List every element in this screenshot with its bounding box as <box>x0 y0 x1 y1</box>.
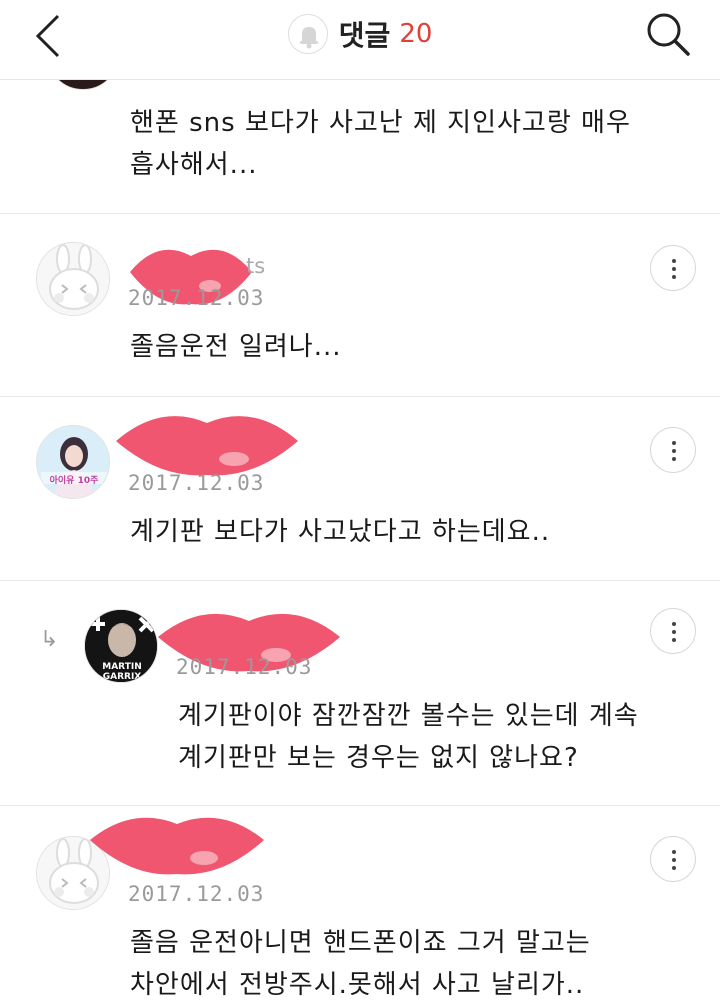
more-options-button[interactable] <box>650 608 696 654</box>
comment-text-line: 계기판이야 잠깐잠깐 볼수는 있는데 계속 <box>178 701 639 731</box>
avatar-caption: MARTIN GARRIX <box>85 662 157 682</box>
more-dots-icon <box>672 267 676 271</box>
more-dots-icon <box>672 630 676 634</box>
comment-text-line: 계기판만 보는 경우는 없지 않나요? <box>178 743 579 773</box>
comment-item: 아이유 10주 2017.12.03 계기판 보다가 사고났다고 하는데요.. <box>0 397 720 581</box>
more-dots-icon <box>672 850 676 854</box>
comment-count: 20 <box>399 19 433 49</box>
avatar[interactable]: 아이유 10주 <box>36 425 110 499</box>
top-bar: 댓글 20 <box>0 0 720 80</box>
more-dots-icon <box>672 638 676 642</box>
more-dots-icon <box>672 275 676 279</box>
portrait-avatar-icon <box>37 426 109 498</box>
avatar[interactable]: MARTIN GARRIX <box>84 609 158 683</box>
comment-date: 2017.12.03 <box>128 471 265 495</box>
username-partial: ts <box>246 254 266 278</box>
comment-item: 2017.12.03 졸음 운전아니면 핸드폰이죠 그거 말고는 차안에서 전방… <box>0 806 720 1008</box>
comment-text-line: 흡사해서... <box>130 150 258 180</box>
avatar-caption-line: MARTIN <box>102 662 142 672</box>
avatar-caption: 아이유 10주 <box>49 476 99 486</box>
more-dots-icon <box>672 866 676 870</box>
comment-item: ts 2017.12.03 졸음운전 일려나... <box>0 214 720 397</box>
comment-text-line: 핸폰 sns 보다가 사고난 제 지인사고랑 매우 <box>130 108 631 138</box>
search-button[interactable] <box>642 10 694 60</box>
comment-text: 졸음 운전아니면 핸드폰이죠 그거 말고는 차안에서 전방주시.못해서 사고 날… <box>130 922 591 1006</box>
more-dots-icon <box>672 259 676 263</box>
more-options-button[interactable] <box>650 836 696 882</box>
comment-text-line: 졸음 운전아니면 핸드폰이죠 그거 말고는 <box>130 928 591 958</box>
bell-icon <box>299 27 318 49</box>
comment-text: 계기판이야 잠깐잠깐 볼수는 있는데 계속 계기판만 보는 경우는 없지 않나요… <box>178 695 639 779</box>
reply-item: ↳ MARTIN GARRIX 2017.12.03 계기판이야 잠깐잠깐 볼수… <box>0 581 720 806</box>
comment-date: 2017.12.03 <box>128 286 265 310</box>
comment-date: 2017.12.03 <box>128 882 265 906</box>
comment-text: 핸폰 sns 보다가 사고난 제 지인사고랑 매우 흡사해서... <box>130 102 631 186</box>
more-dots-icon <box>672 457 676 461</box>
comment-text: 계기판 보다가 사고났다고 하는데요.. <box>130 517 551 547</box>
search-icon <box>647 13 690 56</box>
rabbit-avatar-icon <box>37 243 109 315</box>
header-title-group: 댓글 20 <box>0 14 720 54</box>
reply-arrow-icon: ↳ <box>40 627 59 652</box>
avatar[interactable] <box>36 242 110 316</box>
avatar-caption-line: GARRIX <box>102 672 142 682</box>
more-dots-icon <box>672 441 676 445</box>
comment-text: 졸음운전 일려나... <box>130 332 342 362</box>
more-dots-icon <box>672 858 676 862</box>
redacted-name-lips <box>90 817 264 875</box>
comment-list: 핸폰 sns 보다가 사고난 제 지인사고랑 매우 흡사해서... ts 201… <box>0 16 720 1008</box>
notification-bell-button[interactable] <box>287 14 328 54</box>
comment-date: 2017.12.03 <box>176 655 313 679</box>
more-options-button[interactable] <box>650 427 696 473</box>
comment-item: 핸폰 sns 보다가 사고난 제 지인사고랑 매우 흡사해서... <box>0 16 720 214</box>
redacted-name-lips <box>116 416 298 476</box>
more-dots-icon <box>672 449 676 453</box>
page-title: 댓글 <box>338 19 391 52</box>
comment-text-line: 차안에서 전방주시.못해서 사고 날리가.. <box>130 970 585 1000</box>
more-options-button[interactable] <box>650 245 696 291</box>
more-dots-icon <box>672 622 676 626</box>
